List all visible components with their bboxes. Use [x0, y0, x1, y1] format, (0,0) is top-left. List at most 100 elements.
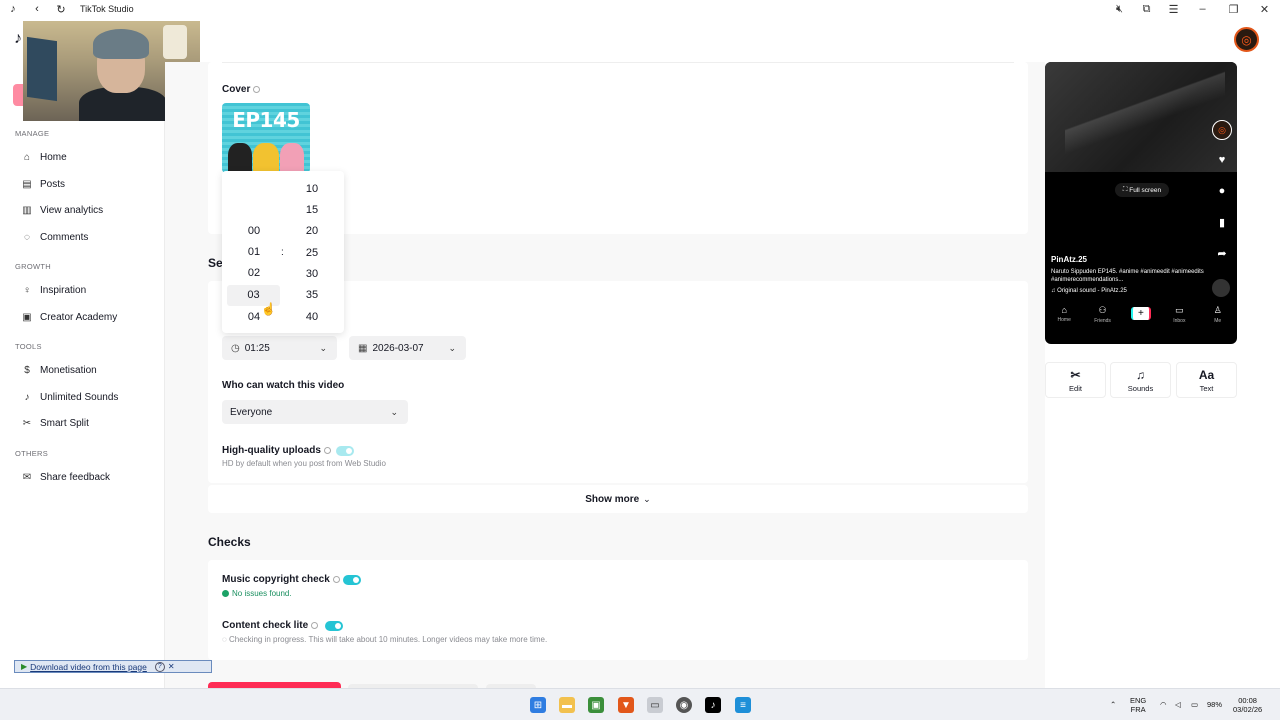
main-content: Cover EP145 Se ◷ 01:25 ⌄ ▦ 2026-03-07 ⌄ …: [165, 62, 1045, 688]
heart-icon: ♥: [1218, 154, 1226, 166]
language-indicator[interactable]: ENG FRA: [1130, 696, 1146, 714]
sidebar-item-label: Share feedback: [40, 471, 111, 483]
brave-icon[interactable]: ▼: [618, 697, 634, 713]
tiktok-taskbar-icon[interactable]: ♪: [705, 697, 721, 713]
sidebar-item-label: Creator Academy: [40, 311, 118, 323]
sidebar-item-posts[interactable]: ▤ Posts: [22, 176, 65, 192]
scissors-icon: ✂: [22, 417, 32, 429]
clock-icon: ◷: [231, 342, 240, 354]
edit-button[interactable]: ✂ Edit: [1045, 362, 1106, 398]
video-preview[interactable]: ⛶ Full screen ◎ ♥ ● ▮ ➦ PinAtz.25 Naruto…: [1045, 62, 1237, 344]
edit-label: Edit: [1069, 383, 1082, 393]
content-check-toggle[interactable]: [325, 621, 343, 631]
music-check-toggle[interactable]: [343, 575, 361, 585]
music-check-label: Music copyright check: [222, 574, 340, 585]
close-icon[interactable]: ✕: [1249, 0, 1280, 18]
mute-icon[interactable]: 🔇︎: [1106, 0, 1133, 18]
sidebar-item-share-feedback[interactable]: ✉ Share feedback: [22, 469, 110, 485]
visibility-select[interactable]: Everyone ⌄: [222, 400, 408, 424]
comment-icon: ●: [1218, 185, 1226, 197]
start-icon[interactable]: ⊞: [530, 697, 546, 713]
sidebar-item-label: Home: [40, 151, 67, 163]
time-input[interactable]: ◷ 01:25 ⌄: [222, 336, 337, 360]
preview-username: PinAtz.25: [1051, 255, 1088, 264]
minimize-icon[interactable]: –: [1187, 0, 1218, 18]
hour-option[interactable]: 00: [239, 225, 269, 237]
music-check-status: No issues found.: [222, 589, 292, 598]
text-label: Text: [1199, 383, 1214, 393]
wifi-icon[interactable]: ◠: [1160, 700, 1167, 709]
minute-option[interactable]: 15: [297, 204, 327, 216]
info-icon[interactable]: [311, 621, 319, 629]
home-icon: ⌂: [23, 151, 31, 163]
plus-icon: +: [1130, 307, 1151, 320]
hq-upload-toggle[interactable]: [336, 446, 354, 456]
sidebar-item-smart-split[interactable]: ✂ Smart Split: [22, 415, 89, 431]
hour-option[interactable]: 01: [239, 246, 269, 258]
text-button[interactable]: Aa Text: [1176, 362, 1237, 398]
minute-option[interactable]: 30: [297, 268, 327, 280]
fullscreen-button[interactable]: ⛶ Full screen: [1115, 183, 1169, 197]
upload-button-partial[interactable]: [13, 84, 23, 106]
extensions-icon[interactable]: ⧉: [1133, 0, 1160, 18]
home-icon: ⌂: [1061, 305, 1067, 315]
sidebar-item-inspiration[interactable]: ♀ Inspiration: [22, 282, 86, 298]
sounds-button[interactable]: ♫ Sounds: [1110, 362, 1171, 398]
file-explorer-icon[interactable]: ▬: [559, 697, 575, 713]
tray-chevron-icon[interactable]: ⌃: [1110, 700, 1116, 709]
content-check-status-text: Checking in progress. This will take abo…: [229, 635, 548, 644]
minute-option[interactable]: 35: [297, 289, 327, 301]
visibility-label: Who can watch this video: [222, 380, 345, 391]
back-icon[interactable]: ‹: [30, 2, 44, 16]
info-icon[interactable]: [332, 575, 340, 583]
clock[interactable]: 00:08 03/02/26: [1233, 696, 1262, 714]
date-input[interactable]: ▦ 2026-03-07 ⌄: [349, 336, 466, 360]
check-circle-icon: [222, 590, 229, 597]
sidebar-item-label: Unlimited Sounds: [40, 391, 119, 403]
notepad-icon[interactable]: ≡: [735, 697, 751, 713]
sidebar-item-label: Comments: [40, 231, 89, 243]
content-check-status: ◌ Checking in progress. This will take a…: [222, 635, 547, 644]
app-icon[interactable]: ▭: [647, 697, 663, 713]
download-video-bar[interactable]: ▶ Download video from this page ? ✕: [14, 660, 212, 673]
chevron-down-icon: ⌄: [319, 342, 327, 353]
minute-option[interactable]: 40: [297, 311, 327, 323]
reload-icon[interactable]: ↻: [54, 2, 68, 16]
menu-icon[interactable]: ☰: [1160, 0, 1187, 18]
sidebar-item-analytics[interactable]: ▥ View analytics: [22, 202, 103, 218]
chevron-down-icon: ⌄: [643, 493, 651, 504]
sidebar-item-home[interactable]: ⌂ Home: [22, 149, 67, 165]
minute-option[interactable]: 20: [297, 225, 327, 237]
tiktok-logo-icon: ♪: [10, 3, 16, 15]
sidebar-item-monetisation[interactable]: $ Monetisation: [22, 362, 96, 378]
info-icon[interactable]: [253, 85, 261, 93]
scissors-icon: ✂: [1070, 367, 1081, 382]
minute-option-selected[interactable]: 25: [297, 247, 327, 259]
sidebar-item-comments[interactable]: ◌ Comments: [22, 229, 88, 245]
volume-icon[interactable]: ◁: [1175, 700, 1181, 709]
app-recording-icon[interactable]: ◉: [676, 697, 692, 713]
nav-home: ⌂ Home: [1057, 305, 1071, 323]
sidebar: MANAGE ⌂ Home ▤ Posts ▥ View analytics ◌…: [0, 62, 165, 688]
sidebar-item-label: Smart Split: [40, 417, 89, 429]
sidebar-item-creator-academy[interactable]: ▣ Creator Academy: [22, 309, 117, 325]
show-more-button[interactable]: Show more: [585, 494, 639, 505]
restore-icon[interactable]: ❐: [1218, 0, 1249, 18]
sidebar-item-unlimited-sounds[interactable]: ♪ Unlimited Sounds: [22, 389, 119, 405]
help-icon[interactable]: ?: [154, 661, 165, 672]
battery-icon[interactable]: ▭: [1191, 700, 1198, 709]
video-frame: [1045, 62, 1237, 172]
info-icon[interactable]: [323, 446, 331, 454]
close-icon[interactable]: ✕: [168, 662, 175, 671]
store-icon[interactable]: ▣: [588, 697, 604, 713]
friends-icon: ⚇: [1098, 305, 1107, 315]
hour-option[interactable]: 02: [239, 267, 269, 279]
profile-avatar[interactable]: ◎: [1234, 27, 1259, 52]
cover-thumbnail[interactable]: EP145: [222, 103, 310, 173]
time-separator: :: [281, 247, 284, 258]
show-more-row[interactable]: Show more ⌄: [208, 485, 1028, 513]
cover-label: Cover: [222, 84, 261, 95]
download-link[interactable]: Download video from this page: [30, 662, 147, 672]
studio-logo-icon[interactable]: ♪: [14, 30, 22, 48]
minute-option[interactable]: 10: [297, 183, 327, 195]
